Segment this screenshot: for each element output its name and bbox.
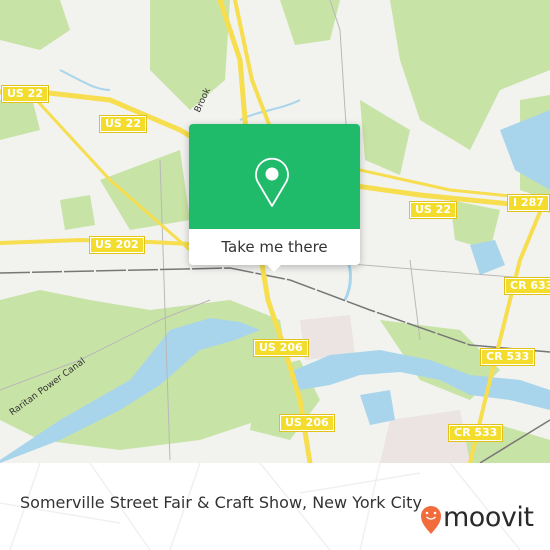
road-shield-us22: US 22: [1, 85, 49, 103]
road-shield-i287: I 287: [507, 194, 550, 212]
map-pin-icon: [255, 157, 289, 207]
road-shield-cr633: CR 633: [503, 277, 550, 295]
road-shield-us206: US 206: [279, 414, 335, 432]
take-me-there-button[interactable]: Take me there: [189, 229, 360, 265]
road-shield-us22: US 22: [409, 201, 457, 219]
road-shield-us202: US 202: [89, 236, 145, 254]
moovit-wordmark: moovit: [443, 502, 534, 533]
road-shield-us22: US 22: [99, 115, 147, 133]
popup-header[interactable]: [189, 124, 360, 229]
destination-popup[interactable]: Take me there: [189, 124, 360, 272]
road-shield-us206: US 206: [253, 339, 309, 357]
road-shield-cr533: CR 533: [479, 348, 536, 366]
road-shield-cr533: CR 533: [447, 424, 504, 442]
popup-pointer: [265, 263, 283, 272]
event-title: Somerville Street Fair & Craft Show, New…: [20, 493, 422, 512]
map-view[interactable]: US 22 US 22 US 22 I 287 US 202 CR 633 US…: [0, 0, 550, 463]
moovit-logo[interactable]: moovit: [418, 498, 548, 542]
